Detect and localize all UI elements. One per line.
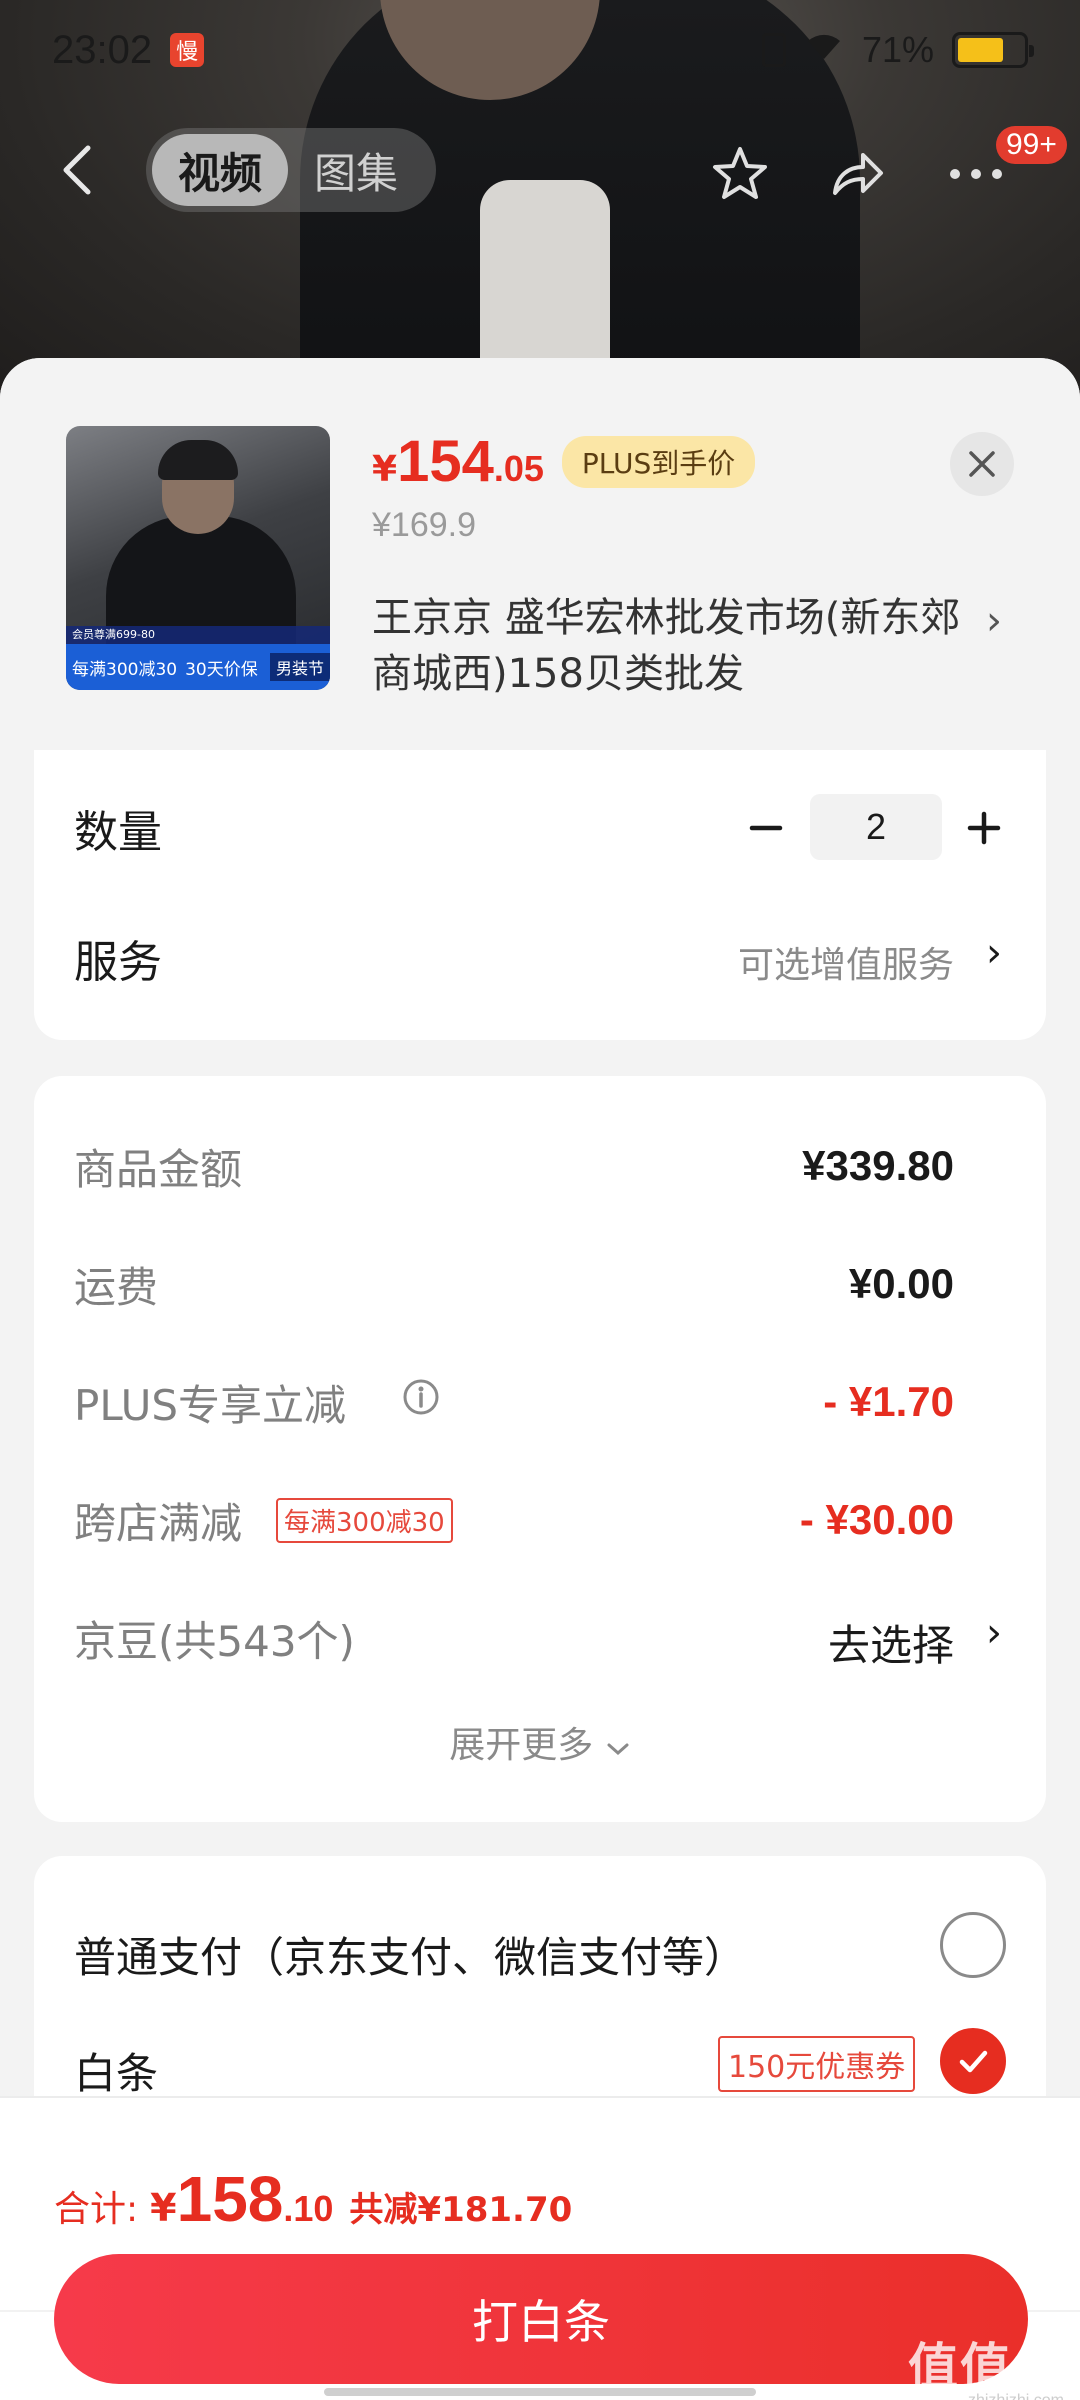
shop-name[interactable]: 王京京 盛华宏林批发市场(新东郊商城西)158贝类批发 <box>372 590 992 702</box>
chevron-down-icon <box>607 1743 629 1756</box>
thumb-promo-banner: 每满300减30 30天价保 男装节 <box>66 644 330 690</box>
thumb-top-strip: 会员尊满699-80 <box>66 626 330 644</box>
info-icon[interactable] <box>402 1378 440 1416</box>
quantity-label: 数量 <box>74 807 162 858</box>
baitiao-coupon-tag[interactable]: 150元优惠券 <box>718 2036 916 2092</box>
battery-icon <box>952 32 1034 68</box>
check-icon <box>959 2050 988 2073</box>
cross-store-discount-label: 跨店满减 <box>74 1499 243 1548</box>
watermark-logo: 值值值 <box>908 2338 1064 2396</box>
price-decimal: .05 <box>493 448 544 489</box>
service-label: 服务 <box>74 937 162 988</box>
star-icon[interactable] <box>708 142 772 206</box>
app-notification-icon: 慢 <box>170 33 205 67</box>
wifi-icon <box>804 29 844 72</box>
minus-icon <box>749 825 783 831</box>
sim-icon <box>761 33 786 67</box>
goods-amount-value: ¥339.80 <box>802 1142 954 1189</box>
original-price: ¥169.9 <box>372 506 476 544</box>
plus-icon <box>967 811 1001 845</box>
total-integer: 158 <box>176 2163 284 2235</box>
chevron-right-icon[interactable]: › <box>986 598 1002 644</box>
payment-option-baitiao-radio[interactable] <box>940 2028 1006 2094</box>
payment-option-normal-radio[interactable] <box>940 1912 1006 1978</box>
price-symbol: ¥ <box>372 449 398 490</box>
message-badge: 99+ <box>996 126 1067 164</box>
expand-more-label: 展开更多 <box>449 1725 594 1766</box>
close-icon <box>969 451 995 477</box>
tab-video[interactable]: 视频 <box>152 134 289 206</box>
close-button[interactable] <box>950 432 1014 496</box>
status-bar: 23:02 慢 71% <box>0 0 1080 100</box>
jd-beans-label: 京豆(共543个) <box>74 1617 355 1666</box>
share-icon[interactable] <box>824 142 888 206</box>
quantity-minus-button[interactable] <box>736 798 796 858</box>
shipping-label: 运费 <box>74 1263 159 1312</box>
battery-fill <box>958 38 1004 62</box>
amount-breakdown-card: 商品金额 ¥339.80 运费 ¥0.00 PLUS专享立减 - ¥1.70 跨… <box>34 1076 1046 1822</box>
quantity-plus-button[interactable] <box>954 798 1014 858</box>
chevron-right-icon[interactable]: › <box>986 1610 1002 1656</box>
tab-gallery[interactable]: 图集 <box>288 134 424 206</box>
back-arrow-icon[interactable] <box>52 144 104 196</box>
cross-store-discount-value: - ¥30.00 <box>799 1496 954 1543</box>
total-label: 合计: <box>54 2189 139 2230</box>
total-decimal: .10 <box>283 2188 334 2229</box>
thumb-hat-shape <box>158 440 238 480</box>
payment-option-normal-label[interactable]: 普通支付（京东支付、微信支付等） <box>74 1924 746 1985</box>
total-row: 合计: ¥ 158 .10 共减¥181.70 <box>54 2162 572 2236</box>
shipping-value: ¥0.00 <box>848 1260 954 1307</box>
price-integer: 154 <box>397 429 494 494</box>
product-summary: 会员尊满699-80 每满300减30 30天价保 男装节 ¥ 154 .05 … <box>0 358 1080 748</box>
purchase-sheet: 会员尊满699-80 每满300减30 30天价保 男装节 ¥ 154 .05 … <box>0 358 1080 2400</box>
site-watermark: 值值值 zhizhizhi.com <box>908 2342 1064 2400</box>
pay-with-baitiao-button[interactable]: 打白条 <box>54 2254 1028 2384</box>
jd-beans-select[interactable]: 去选择 <box>828 1612 954 1673</box>
plus-discount-value: - ¥1.70 <box>823 1378 954 1425</box>
payment-option-baitiao-label[interactable]: 白条 <box>74 2040 158 2101</box>
product-thumbnail[interactable]: 会员尊满699-80 每满300减30 30天价保 男装节 <box>66 426 330 690</box>
quantity-value[interactable]: 2 <box>810 794 942 860</box>
chevron-right-icon[interactable]: › <box>986 930 1002 976</box>
media-tabs: 视频 图集 <box>146 128 436 212</box>
cross-store-discount-tag: 每满300减30 <box>276 1498 453 1543</box>
top-nav: 视频 图集 99+ <box>0 120 1080 220</box>
plus-discount-label: PLUS专享立减 <box>74 1381 347 1430</box>
total-symbol: ¥ <box>150 2186 177 2230</box>
quantity-service-card: 数量 2 服务 可选增值服务 › <box>34 750 1046 1040</box>
price-row: ¥ 154 .05 PLUS到手价 <box>372 428 756 496</box>
plus-price-tag: PLUS到手价 <box>561 436 756 488</box>
thumb-banner-second: 30天价保 <box>185 659 258 680</box>
thumb-banner-main: 每满300减30 <box>72 659 178 680</box>
service-option-text[interactable]: 可选增值服务 <box>738 936 954 988</box>
total-saving: 共减¥181.70 <box>349 2190 573 2230</box>
expand-more-button[interactable]: 展开更多 <box>34 1716 1046 1768</box>
thumb-banner-tag: 男装节 <box>269 653 330 681</box>
status-indicators: 71% <box>761 29 1034 72</box>
goods-amount-label: 商品金额 <box>74 1145 243 1194</box>
footer-divider <box>0 2096 1080 2098</box>
home-indicator[interactable] <box>324 2388 756 2396</box>
battery-percent: 71% <box>861 29 934 70</box>
status-time: 23:02 <box>52 27 153 72</box>
